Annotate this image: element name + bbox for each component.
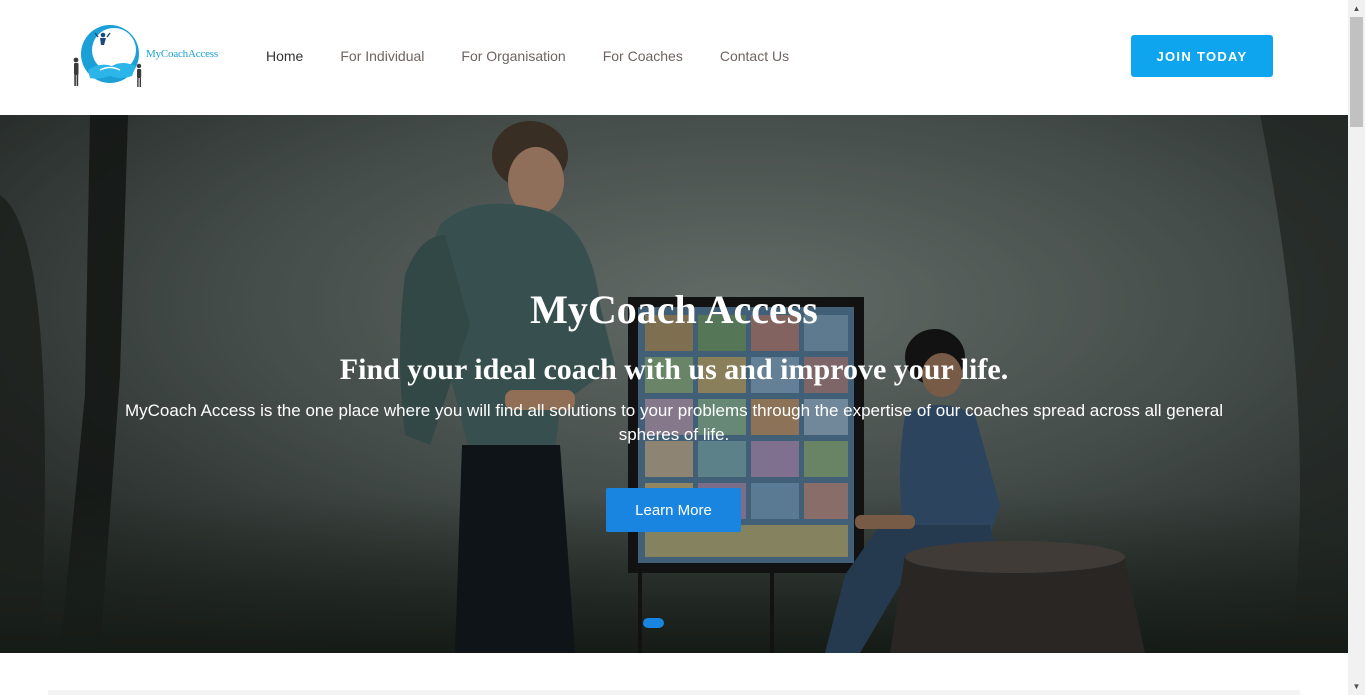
hero-content: MyCoach Access Find your ideal coach wit… bbox=[0, 115, 1348, 653]
nav-contact-us[interactable]: Contact Us bbox=[720, 46, 789, 66]
hero-subtitle: Find your ideal coach with us and improv… bbox=[339, 353, 1009, 386]
page: MyCoachAccess Home For Individual For Or… bbox=[0, 0, 1365, 695]
hero-title: MyCoach Access bbox=[530, 287, 818, 332]
logo-text: MyCoachAccess bbox=[146, 48, 218, 60]
section-divider bbox=[48, 690, 1300, 695]
join-today-button[interactable]: JOIN TODAY bbox=[1131, 35, 1273, 77]
hero-slider: MyCoach Access Find your ideal coach wit… bbox=[0, 115, 1348, 653]
page-scrollbar[interactable]: ▲ ▼ bbox=[1348, 0, 1365, 695]
nav-for-organisation[interactable]: For Organisation bbox=[461, 46, 565, 66]
arrow-up-icon[interactable]: ▲ bbox=[1348, 0, 1365, 17]
scrollbar-thumb[interactable] bbox=[1350, 17, 1363, 127]
learn-more-button[interactable]: Learn More bbox=[606, 488, 741, 532]
slider-dot-active[interactable] bbox=[643, 618, 664, 628]
logo-link[interactable]: MyCoachAccess bbox=[70, 20, 230, 92]
main-nav: Home For Individual For Organisation For… bbox=[266, 46, 826, 66]
nav-for-individual[interactable]: For Individual bbox=[340, 46, 424, 66]
site-header: MyCoachAccess Home For Individual For Or… bbox=[0, 0, 1348, 115]
nav-home[interactable]: Home bbox=[266, 46, 303, 66]
arrow-down-icon[interactable]: ▼ bbox=[1348, 678, 1365, 695]
hero-description: MyCoach Access is the one place where yo… bbox=[124, 401, 1224, 444]
nav-for-coaches[interactable]: For Coaches bbox=[603, 46, 683, 66]
